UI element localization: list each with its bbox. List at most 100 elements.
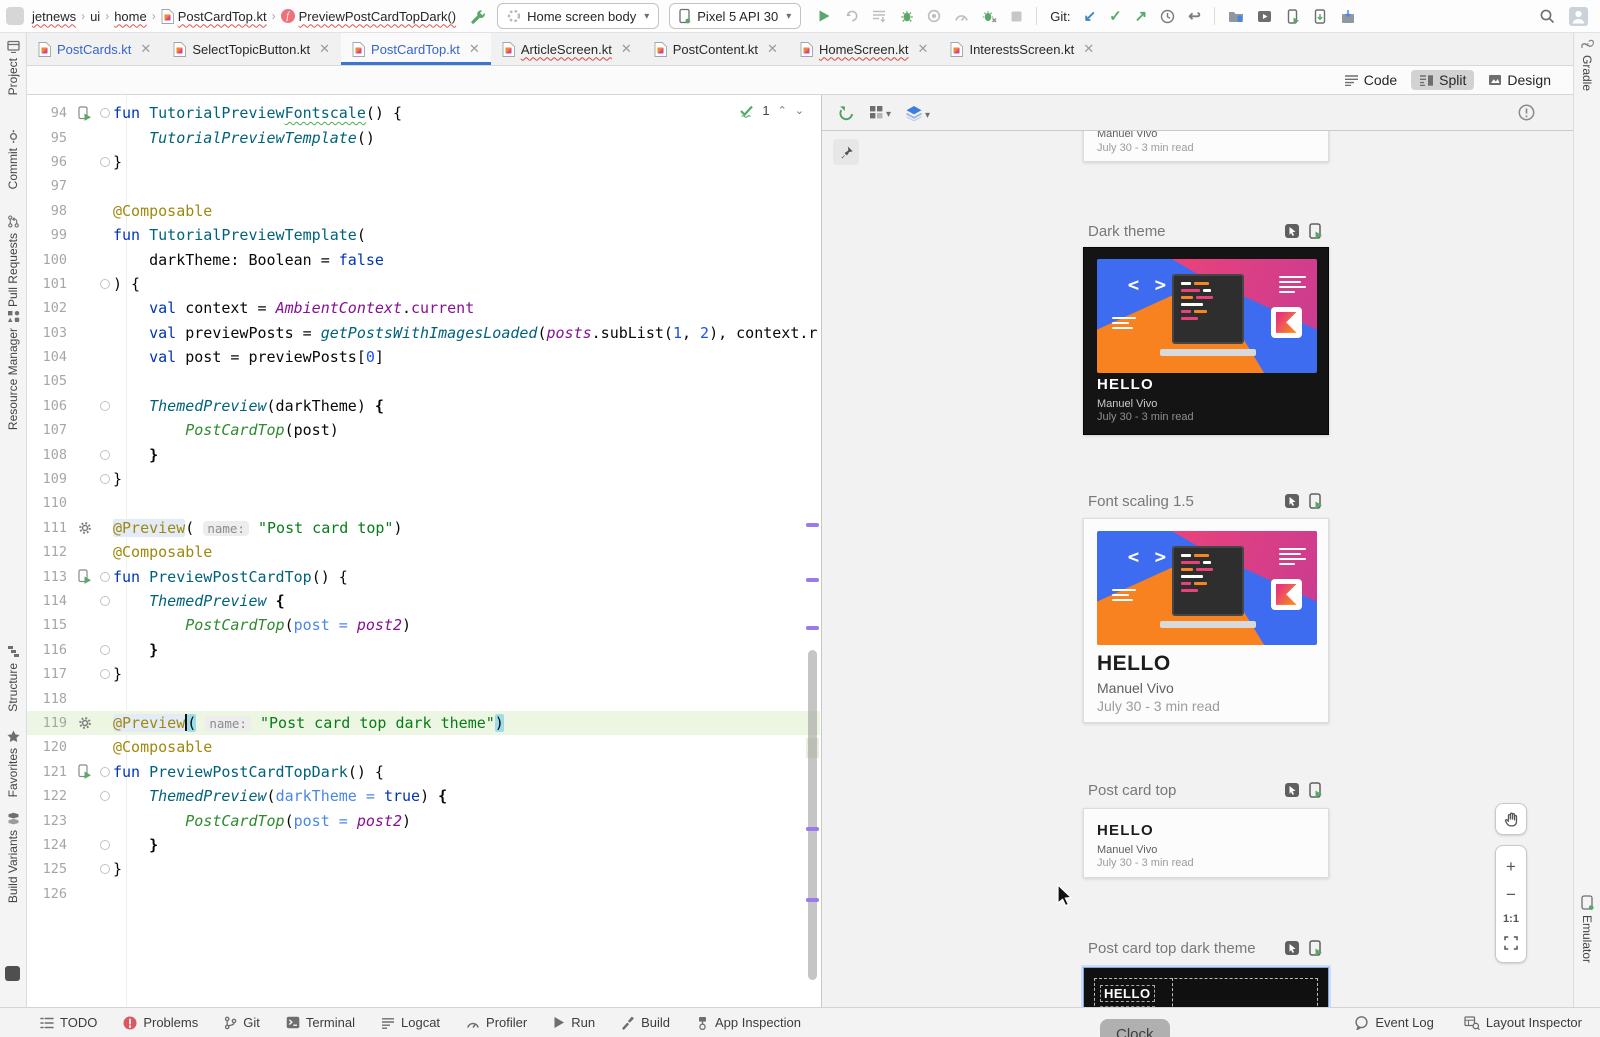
- preview-card-light-hero[interactable]: < >HELLOManuel VivoJuly 30 - 3 min read: [1083, 518, 1329, 723]
- inspection-widget[interactable]: 1 ⌃ ⌄: [739, 103, 804, 118]
- fold-marker[interactable]: [96, 669, 113, 679]
- code-line[interactable]: 121fun PreviewPostCardTopDark() {: [27, 760, 820, 784]
- sdk-manager-button[interactable]: [1340, 9, 1356, 24]
- chevron-down-icon[interactable]: ⌄: [795, 104, 804, 117]
- zoom-out-button[interactable]: −: [1506, 886, 1516, 903]
- run-preview-on-device-icon[interactable]: [1307, 940, 1323, 956]
- breadcrumb-item[interactable]: fPreviewPostCardTopDark(): [281, 9, 457, 24]
- code-line[interactable]: 114 ThemedPreview {: [27, 589, 820, 613]
- pan-button[interactable]: [1495, 803, 1527, 835]
- profile-debug-button[interactable]: [982, 9, 997, 23]
- code-line[interactable]: 108 }: [27, 442, 820, 466]
- view-mode-split[interactable]: Split: [1411, 70, 1474, 90]
- editor-scrollbar[interactable]: [808, 650, 817, 980]
- close-icon[interactable]: ✕: [1083, 41, 1094, 57]
- wrench-icon[interactable]: [470, 8, 487, 25]
- sidebar-item-build-variants[interactable]: Build Variants: [0, 812, 26, 903]
- interactive-preview-icon[interactable]: [1284, 223, 1300, 239]
- fold-marker[interactable]: [96, 767, 113, 777]
- code-line[interactable]: 116 }: [27, 638, 820, 662]
- run-preview-gutter-icon[interactable]: [74, 106, 96, 121]
- git-update-button[interactable]: ↙: [1083, 9, 1096, 24]
- close-icon[interactable]: ✕: [767, 41, 778, 57]
- device-mirror-button[interactable]: [1313, 9, 1327, 24]
- breadcrumb-item[interactable]: PostCardTop.kt: [161, 9, 267, 24]
- fold-marker[interactable]: [96, 645, 113, 655]
- interactive-preview-icon[interactable]: [1284, 940, 1300, 956]
- code-line[interactable]: 113fun PreviewPostCardTop() {: [27, 564, 820, 588]
- code-line[interactable]: 98@Composable: [27, 199, 820, 223]
- sidebar-item-project[interactable]: Project: [0, 40, 26, 95]
- code-line[interactable]: 111@Preview( name: "Post card top"): [27, 516, 820, 540]
- tab-homescreen-kt[interactable]: HomeScreen.kt✕: [789, 33, 940, 65]
- tab-selecttopicbutton-kt[interactable]: SelectTopicButton.kt✕: [162, 33, 341, 65]
- code-line[interactable]: 105: [27, 369, 820, 393]
- preview-card-dark-wireframe[interactable]: HELLOManuel Vivo: [1083, 967, 1329, 1007]
- git-commit-button[interactable]: ✓: [1109, 9, 1122, 24]
- pin-button[interactable]: [833, 139, 859, 165]
- run-preview-on-device-icon[interactable]: [1307, 493, 1323, 509]
- code-editor[interactable]: 94fun TutorialPreviewFontscale() {95 Tut…: [27, 95, 820, 1007]
- close-icon[interactable]: ✕: [918, 41, 929, 57]
- close-icon[interactable]: ✕: [319, 41, 330, 57]
- search-everywhere-icon[interactable]: [1539, 8, 1555, 24]
- code-line[interactable]: 104 val post = previewPosts[0]: [27, 345, 820, 369]
- fold-marker[interactable]: [96, 572, 113, 582]
- run-configuration-select[interactable]: Home screen body ▾: [497, 3, 659, 29]
- code-line[interactable]: 96}: [27, 150, 820, 174]
- code-line[interactable]: 107 PostCardTop(post): [27, 418, 820, 442]
- run-preview-gutter-icon[interactable]: [74, 764, 96, 779]
- code-line[interactable]: 95 TutorialPreviewTemplate(): [27, 125, 820, 149]
- fold-marker[interactable]: [96, 450, 113, 460]
- toolwindow-button-event-log[interactable]: Event Log: [1354, 1015, 1434, 1030]
- git-rollback-button[interactable]: ↩: [1188, 9, 1201, 24]
- view-mode-code[interactable]: Code: [1336, 70, 1405, 90]
- stop-button[interactable]: [1010, 10, 1023, 23]
- run-preview-on-device-icon[interactable]: [1307, 223, 1323, 239]
- avatar[interactable]: [1569, 7, 1588, 26]
- tab-postcards-kt[interactable]: PostCards.kt✕: [27, 33, 162, 65]
- breadcrumb-item[interactable]: jetnews: [32, 9, 76, 24]
- apply-code-changes-button[interactable]: [927, 9, 941, 23]
- code-line[interactable]: 106 ThemedPreview(darkTheme) {: [27, 394, 820, 418]
- code-line[interactable]: 124 }: [27, 833, 820, 857]
- zoom-in-button[interactable]: +: [1506, 858, 1516, 875]
- build-refresh-button[interactable]: [838, 105, 855, 121]
- toolwindow-button-run[interactable]: Run: [553, 1015, 595, 1030]
- code-line[interactable]: 122 ThemedPreview(darkTheme = true) {: [27, 784, 820, 808]
- toolwindow-button-profiler[interactable]: Profiler: [466, 1015, 527, 1030]
- toolwindow-button-app-inspection[interactable]: App Inspection: [696, 1015, 801, 1030]
- fold-marker[interactable]: [96, 279, 113, 289]
- device-file-explorer-button[interactable]: [1228, 9, 1244, 23]
- sidebar-item-resource-manager[interactable]: Resource Manager: [0, 310, 26, 430]
- code-line[interactable]: 99fun TutorialPreviewTemplate(: [27, 223, 820, 247]
- close-icon[interactable]: ✕: [621, 41, 632, 57]
- preview-issues-icon[interactable]: [1518, 104, 1535, 121]
- view-mode-design[interactable]: Design: [1480, 70, 1559, 90]
- run-preview-gutter-icon[interactable]: [74, 569, 96, 584]
- sidebar-item-structure[interactable]: Structure: [0, 645, 26, 712]
- toolwindow-button-terminal[interactable]: Terminal: [286, 1015, 355, 1030]
- code-line[interactable]: 102 val context = AmbientContext.current: [27, 296, 820, 320]
- breadcrumb-item[interactable]: home: [114, 9, 147, 24]
- code-line[interactable]: 117}: [27, 662, 820, 686]
- toolwindow-button-todo[interactable]: TODO: [40, 1015, 97, 1030]
- sidebar-item-pull-requests[interactable]: Pull Requests: [0, 215, 26, 307]
- fold-marker[interactable]: [96, 596, 113, 606]
- close-icon[interactable]: ✕: [469, 41, 480, 57]
- device-manager-button[interactable]: [1285, 9, 1300, 24]
- preview-card-light-text[interactable]: HELLOManuel VivoJuly 30 - 3 min read: [1083, 808, 1329, 878]
- code-line[interactable]: 109}: [27, 467, 820, 491]
- sidebar-item-favorites[interactable]: Favorites: [0, 730, 26, 797]
- fold-marker[interactable]: [96, 791, 113, 801]
- tab-articlescreen-kt[interactable]: ArticleScreen.kt✕: [491, 33, 643, 65]
- running-devices-button[interactable]: [1257, 10, 1272, 23]
- device-select[interactable]: Pixel 5 API 30 ▾: [669, 3, 801, 29]
- preview-settings-gutter-icon[interactable]: [74, 521, 96, 535]
- git-history-button[interactable]: [1160, 9, 1175, 24]
- profile-button[interactable]: [954, 10, 969, 23]
- code-line[interactable]: 94fun TutorialPreviewFontscale() {: [27, 101, 820, 125]
- tab-interestsscreen-kt[interactable]: InterestsScreen.kt✕: [939, 33, 1105, 65]
- ide-icon[interactable]: [6, 7, 24, 25]
- code-line[interactable]: 112@Composable: [27, 540, 820, 564]
